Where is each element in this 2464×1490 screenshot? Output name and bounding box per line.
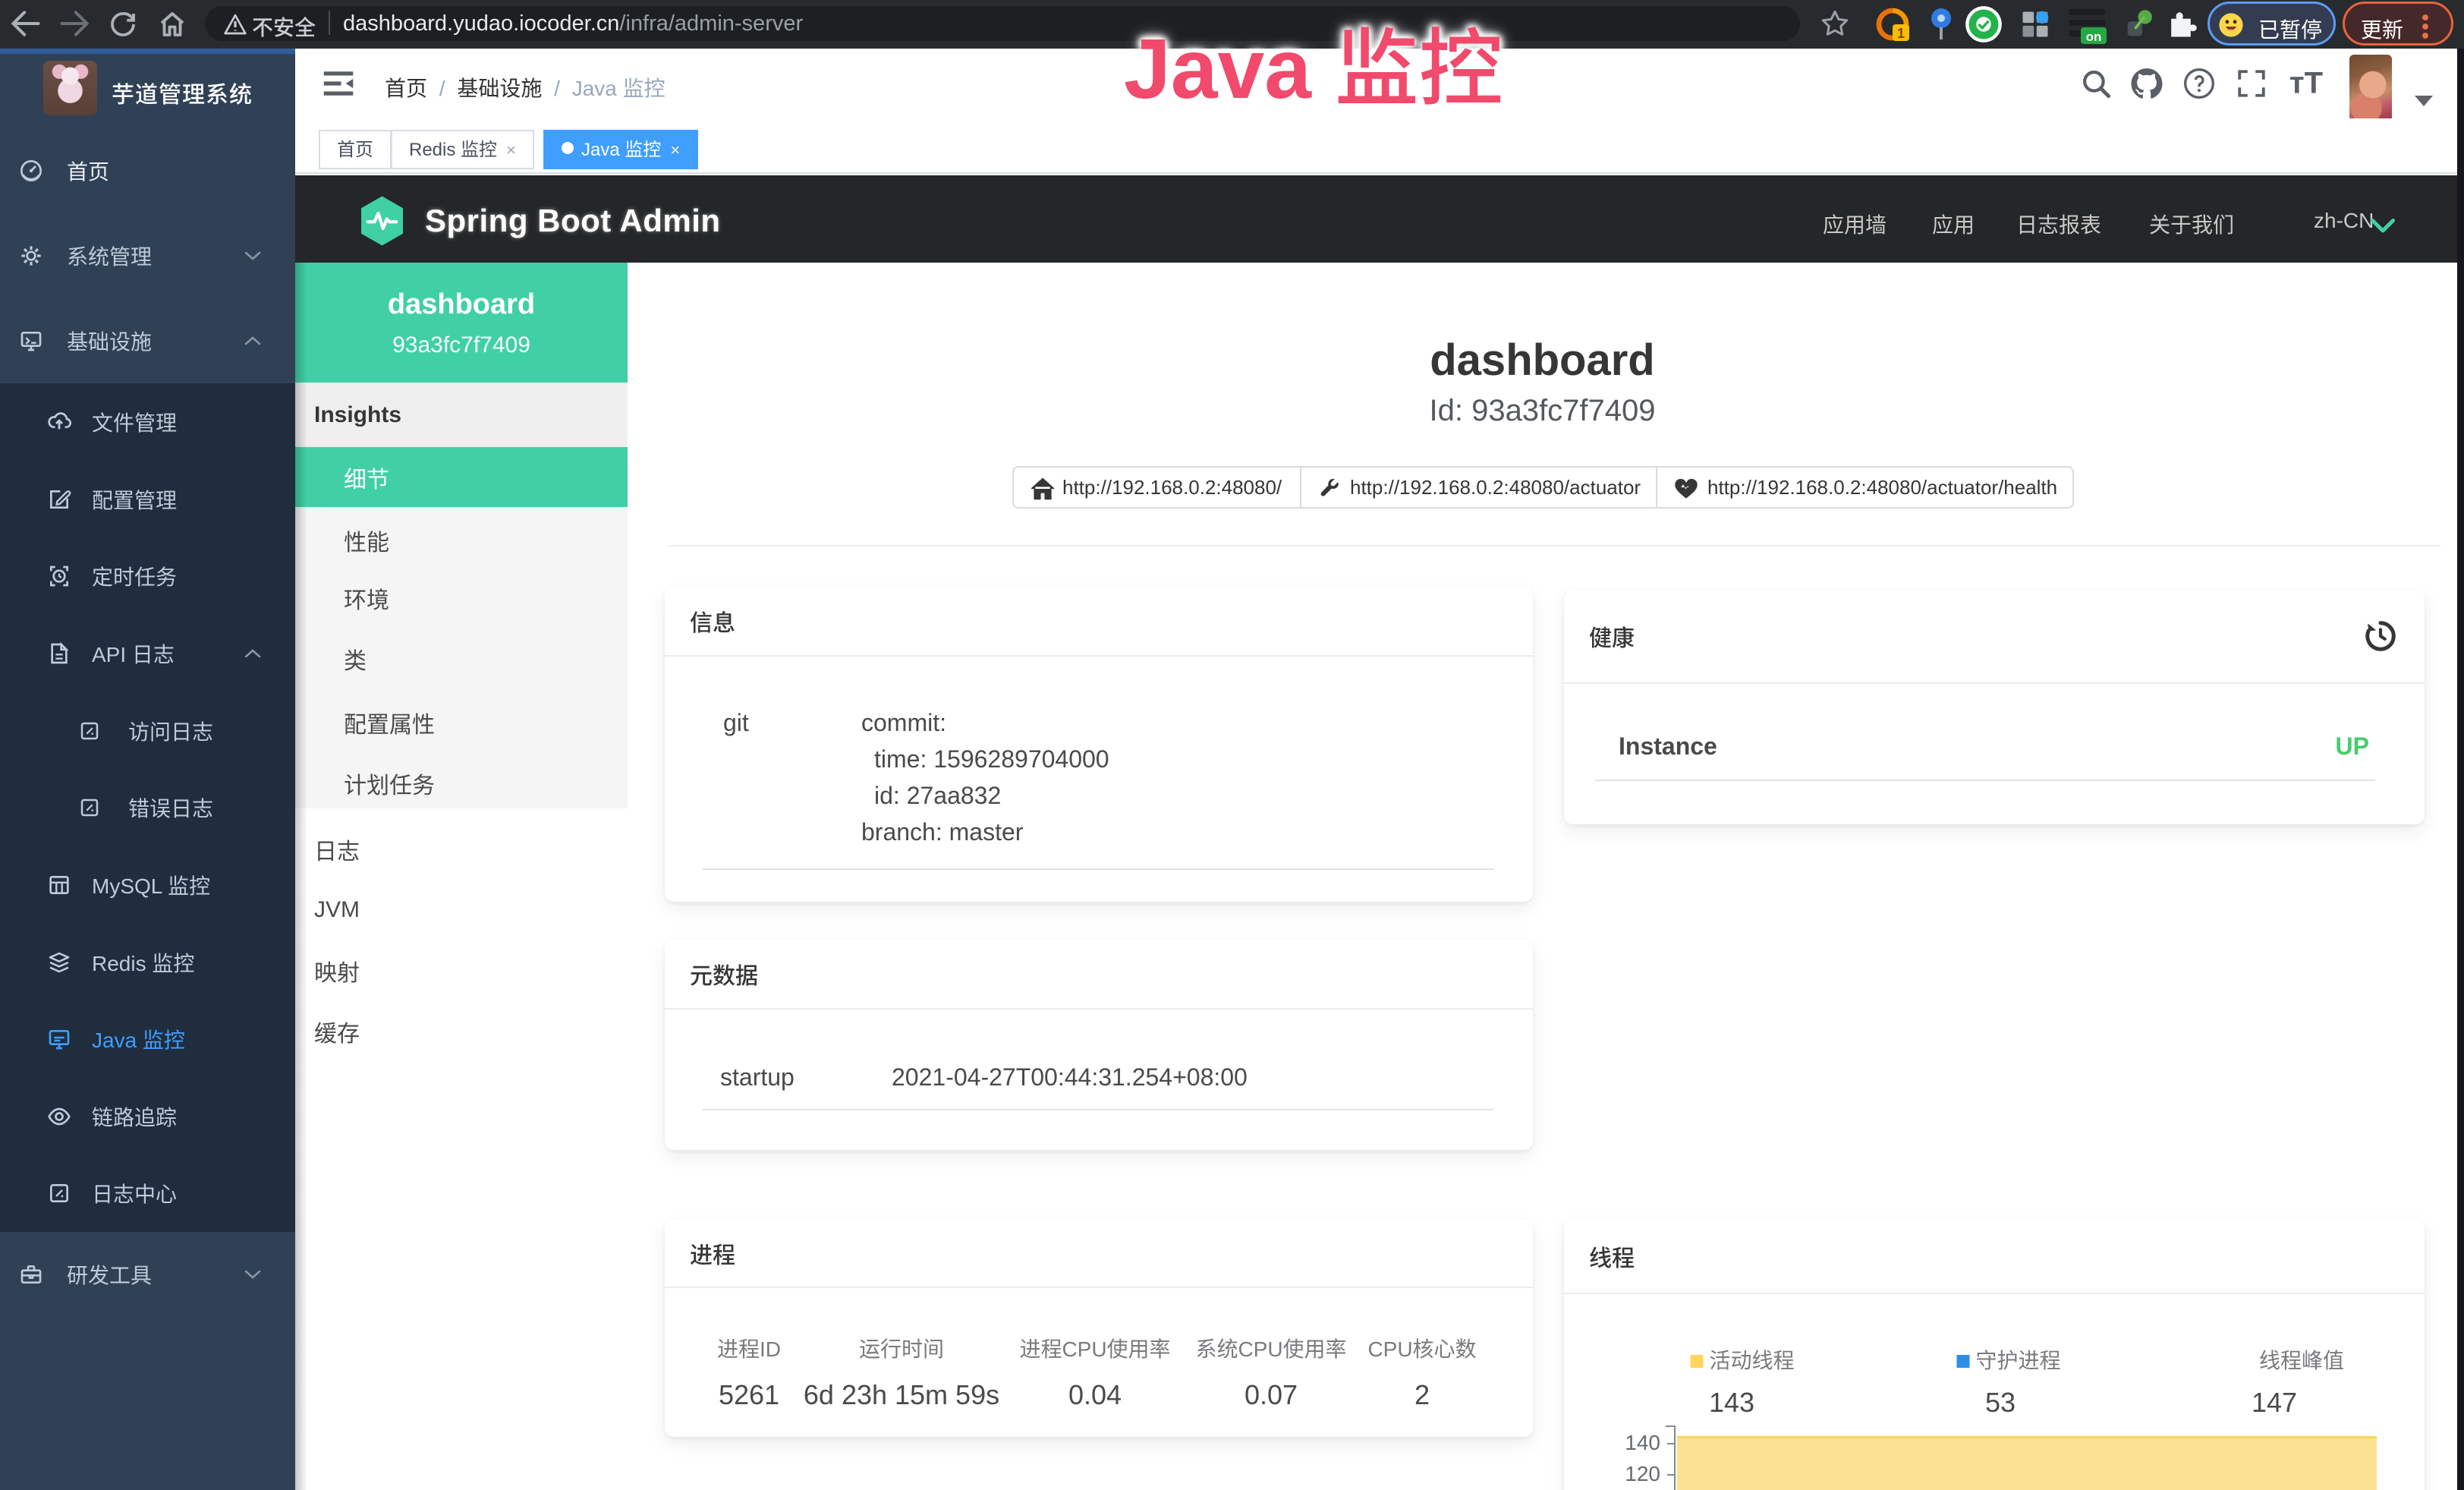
svg-text:1: 1	[1897, 26, 1905, 41]
svg-text:on: on	[2086, 30, 2102, 44]
